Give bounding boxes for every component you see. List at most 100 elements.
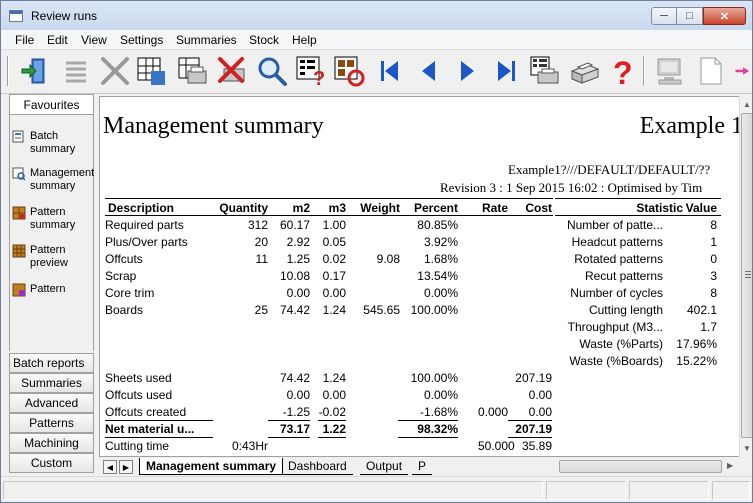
menu-stock[interactable]: Stock xyxy=(249,33,279,47)
scroll-up-icon[interactable]: ▲ xyxy=(740,96,753,112)
favourite-pattern-preview[interactable]: Pattern preview xyxy=(12,244,94,270)
row-value: 0.00 xyxy=(286,388,310,402)
computer-button[interactable] xyxy=(653,54,687,88)
sheet-tab-more[interactable]: P xyxy=(412,458,433,475)
toolbar: ? ? xyxy=(0,50,753,94)
print-button[interactable] xyxy=(567,54,601,88)
right-arrow-icon: ▶ xyxy=(122,462,130,472)
pattern-button[interactable] xyxy=(134,54,168,88)
window-title: Review runs xyxy=(31,9,98,23)
row-value: 312 xyxy=(247,218,268,232)
svg-text:?: ? xyxy=(613,55,633,87)
next-button[interactable] xyxy=(450,54,484,88)
previous-icon xyxy=(422,61,435,81)
stats-header: Value xyxy=(685,201,717,215)
stat-label: Cutting length xyxy=(588,303,663,317)
sheet-tab-management-summary[interactable]: Management summary xyxy=(139,458,284,475)
menu-summaries[interactable]: Summaries xyxy=(176,33,237,47)
tab-scroll-left-button[interactable]: ◀ xyxy=(103,460,117,474)
tab-custom[interactable]: Custom xyxy=(9,453,94,473)
scroll-thumb[interactable] xyxy=(741,113,753,438)
row-value: -0.02 xyxy=(318,405,346,419)
menu-help[interactable]: Help xyxy=(292,33,317,47)
favourite-management-summary[interactable]: Management summary xyxy=(12,167,94,193)
tab-scroll-right-button[interactable]: ▶ xyxy=(119,460,133,474)
sidebar: Favourites Batch summary Management summ… xyxy=(9,94,94,476)
row-value: 207.19 xyxy=(515,422,552,436)
row-value: 1.68% xyxy=(423,252,458,266)
total-rule xyxy=(105,420,213,421)
help-icon: ? xyxy=(613,55,633,87)
list-button[interactable] xyxy=(57,54,91,88)
stat-label: Waste (%Boards) xyxy=(569,354,663,368)
horizontal-scroll-thumb[interactable] xyxy=(559,460,722,473)
computer-icon xyxy=(657,58,682,85)
favourites-header[interactable]: Favourites xyxy=(9,94,94,115)
delete-print-button[interactable] xyxy=(215,54,249,88)
tab-summaries[interactable]: Summaries xyxy=(9,373,94,393)
stat-label: Number of cycles xyxy=(570,286,663,300)
tab-machining[interactable]: Machining xyxy=(9,433,94,453)
close-icon: ✕ xyxy=(719,10,730,23)
row-value: -1.68% xyxy=(419,405,458,419)
column-header: Quantity xyxy=(219,201,268,215)
row-value: 1.00 xyxy=(322,218,346,232)
menu-view[interactable]: View xyxy=(81,33,107,47)
column-header: Rate xyxy=(481,201,508,215)
maximize-button[interactable]: □ xyxy=(677,7,703,25)
row-label: Cutting time xyxy=(105,439,170,453)
menu-edit[interactable]: Edit xyxy=(47,33,68,47)
close-button[interactable]: ✕ xyxy=(703,7,746,25)
sheet-tab-output[interactable]: Output xyxy=(360,458,409,475)
tab-patterns[interactable]: Patterns xyxy=(9,413,94,433)
svg-text:?: ? xyxy=(313,68,325,87)
grid-print-button[interactable] xyxy=(527,54,561,88)
stat-value: 8 xyxy=(710,218,717,232)
vertical-scrollbar[interactable]: ▲ ▼ xyxy=(739,96,753,456)
minimize-button[interactable]: ─ xyxy=(651,7,677,25)
last-icon xyxy=(498,61,515,81)
last-button[interactable] xyxy=(489,54,523,88)
pattern-print-button[interactable] xyxy=(175,54,209,88)
new-page-button[interactable] xyxy=(693,54,727,88)
scroll-grip xyxy=(745,271,751,272)
scroll-grip xyxy=(745,274,751,275)
exit-button[interactable] xyxy=(17,54,51,88)
row-label: Scrap xyxy=(105,269,137,283)
favourite-pattern[interactable]: Pattern xyxy=(12,283,94,297)
favourite-pattern-summary[interactable]: Pattern summary xyxy=(12,206,94,232)
stat-label: Throughput (M3... xyxy=(567,320,663,334)
cut-button[interactable] xyxy=(98,54,132,88)
sheet-tab-bar: ◀ ▶ Management summary Dashboard Output … xyxy=(99,456,739,476)
menu-settings[interactable]: Settings xyxy=(120,33,163,47)
report-title: Management summary xyxy=(103,113,324,139)
printer-icon xyxy=(570,62,600,84)
total-rule xyxy=(398,437,458,438)
first-button[interactable] xyxy=(373,54,407,88)
scroll-right-icon[interactable]: ▶ xyxy=(727,461,733,470)
tab-advanced[interactable]: Advanced xyxy=(9,393,94,413)
row-value: 10.08 xyxy=(279,269,310,283)
sheet-tab-dashboard[interactable]: Dashboard xyxy=(282,458,353,475)
report-view[interactable]: Management summary Example 1 Example1?//… xyxy=(99,96,739,456)
row-value: 13.54% xyxy=(417,269,458,283)
favourite-batch-summary[interactable]: Batch summary xyxy=(12,130,94,156)
previous-button[interactable] xyxy=(412,54,446,88)
row-value: 0.00% xyxy=(423,286,458,300)
summary-help-button[interactable]: ? xyxy=(294,54,328,88)
row-value: 1.25 xyxy=(286,252,310,266)
help-button[interactable]: ? xyxy=(604,54,638,88)
overflow-button[interactable] xyxy=(733,54,753,88)
menu-file[interactable]: File xyxy=(15,33,34,47)
row-value: 0.05 xyxy=(322,235,346,249)
scroll-down-icon[interactable]: ▼ xyxy=(740,440,753,456)
favourite-label: Management summary xyxy=(30,167,95,192)
horizontal-scrollbar[interactable]: ▶ xyxy=(549,459,737,474)
find-button[interactable] xyxy=(255,54,289,88)
tab-batch-reports[interactable]: Batch reports xyxy=(9,353,94,373)
management-summary-icon xyxy=(12,167,26,181)
row-value: 0.00 xyxy=(286,286,310,300)
summary-refresh-button[interactable] xyxy=(332,54,366,88)
row-value: 60.17 xyxy=(279,218,310,232)
pattern-summary-icon xyxy=(12,206,26,220)
